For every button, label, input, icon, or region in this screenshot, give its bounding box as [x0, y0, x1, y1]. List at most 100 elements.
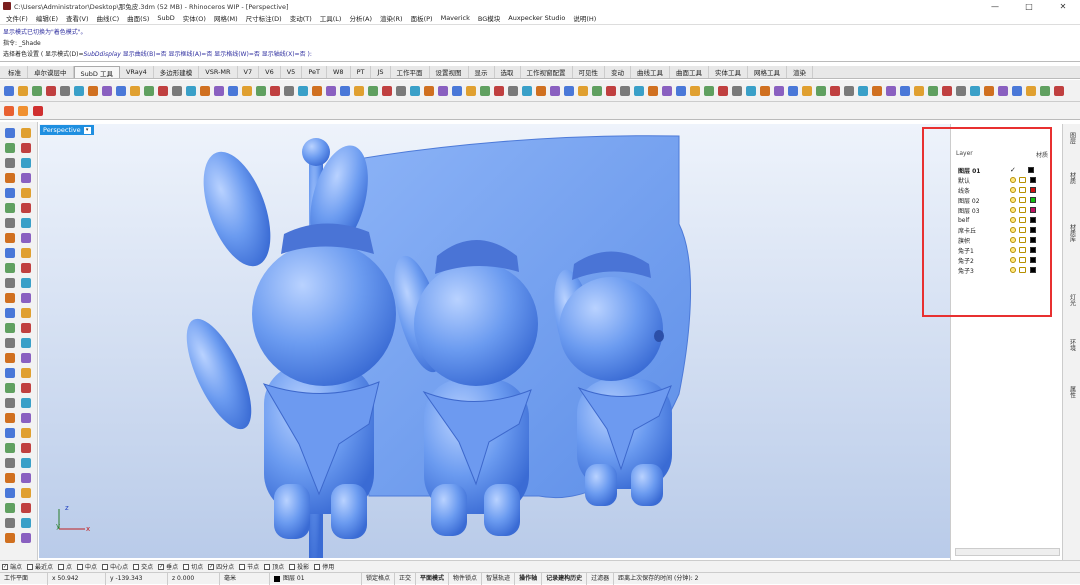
menu-analyze[interactable]: 分析(A) — [345, 13, 376, 23]
left-tool-icon[interactable] — [5, 173, 15, 183]
osnap-near[interactable]: 最近点 — [27, 562, 53, 571]
menu-solid[interactable]: 实体(O) — [179, 13, 210, 23]
checkbox[interactable] — [77, 563, 84, 570]
toolbar-tool-icon[interactable] — [970, 86, 980, 96]
status-filter[interactable]: 过滤器 — [587, 572, 615, 585]
tab-mesh-tools[interactable]: 网格工具 — [748, 66, 787, 78]
menu-mesh[interactable]: 网格(M) — [210, 13, 242, 23]
osnap-vertex[interactable]: 顶点 — [264, 562, 284, 571]
menu-subd[interactable]: SubD — [153, 14, 178, 22]
left-tool-icon[interactable] — [21, 518, 31, 528]
menu-surface[interactable]: 曲面(S) — [123, 13, 153, 23]
checkbox[interactable] — [314, 563, 321, 570]
left-tool-icon[interactable] — [5, 263, 15, 273]
left-tool-icon[interactable] — [21, 533, 31, 543]
left-tool-icon[interactable] — [5, 308, 15, 318]
checkbox[interactable]: ✓ — [208, 563, 215, 570]
toolbar-tool-icon[interactable] — [200, 86, 210, 96]
tab-display[interactable]: 显示 — [468, 66, 495, 78]
toolbar-tool-icon[interactable] — [662, 86, 672, 96]
toolbar-tool-icon[interactable] — [452, 86, 462, 96]
toolbar-tool-icon[interactable] — [774, 86, 784, 96]
toolbar-tool-icon[interactable] — [298, 86, 308, 96]
checkbox[interactable]: ✓ — [158, 563, 165, 570]
toolbar-tool-icon[interactable] — [732, 86, 742, 96]
osnap-knot[interactable]: 节点 — [239, 562, 259, 571]
left-tool-icon[interactable] — [21, 308, 31, 318]
checkbox[interactable] — [133, 563, 140, 570]
menu-maverick[interactable]: Maverick — [437, 14, 474, 22]
toolbar-tool-icon[interactable] — [606, 86, 616, 96]
menu-view[interactable]: 查看(V) — [62, 13, 93, 23]
tab-1[interactable]: 卓尔谟层中 — [28, 66, 74, 78]
left-tool-icon[interactable] — [21, 428, 31, 438]
left-tool-icon[interactable] — [5, 518, 15, 528]
left-tool-icon[interactable] — [21, 188, 31, 198]
toolbar-tool-icon[interactable] — [816, 86, 826, 96]
minimize-button[interactable]: — — [978, 0, 1012, 12]
toolbar-tool-icon[interactable] — [564, 86, 574, 96]
left-tool-icon[interactable] — [5, 353, 15, 363]
menu-file[interactable]: 文件(F) — [2, 13, 32, 23]
command-input[interactable]: 选择着色设置 ( 显示模式(D)=SubDdisplay 显示曲线(B)=否 显… — [3, 49, 1077, 60]
toolbar-tool-icon[interactable] — [746, 86, 756, 96]
tab-select[interactable]: 选取 — [494, 66, 521, 78]
left-tool-icon[interactable] — [21, 248, 31, 258]
checkbox[interactable] — [239, 563, 246, 570]
toolbar-tool-icon[interactable] — [410, 86, 420, 96]
toolbar-tool-icon[interactable] — [116, 86, 126, 96]
menu-bg[interactable]: BG模块 — [474, 13, 504, 23]
osnap-int[interactable]: 交点 — [133, 562, 153, 571]
menu-transform[interactable]: 变动(T) — [286, 13, 316, 23]
toolbar-tool-icon[interactable] — [508, 86, 518, 96]
side-tab-light[interactable]: 灯光 — [1065, 294, 1079, 306]
menu-render[interactable]: 渲染(R) — [376, 13, 407, 23]
status-smarttrack[interactable]: 智慧轨迹 — [482, 572, 516, 585]
toolbar-tool-icon[interactable] — [186, 86, 196, 96]
render-icon[interactable] — [33, 106, 43, 116]
toolbar-tool-icon[interactable] — [858, 86, 868, 96]
left-tool-icon[interactable] — [5, 218, 15, 228]
toolbar-tool-icon[interactable] — [18, 86, 28, 96]
left-tool-icon[interactable] — [21, 503, 31, 513]
menu-tools[interactable]: 工具(L) — [316, 13, 346, 23]
status-gumball[interactable]: 操作轴 — [515, 572, 543, 585]
side-tab-library[interactable]: 材质库 — [1065, 224, 1079, 242]
left-tool-icon[interactable] — [5, 233, 15, 243]
toolbar-tool-icon[interactable] — [158, 86, 168, 96]
osnap-end[interactable]: ✓ 端点 — [2, 562, 22, 571]
close-button[interactable]: ✕ — [1046, 0, 1080, 12]
tab-pet[interactable]: PeT — [302, 66, 327, 78]
status-grid-snap[interactable]: 锁定格点 — [362, 572, 396, 585]
left-tool-icon[interactable] — [5, 158, 15, 168]
toolbar-tool-icon[interactable] — [886, 86, 896, 96]
side-tab-properties[interactable]: 属性 — [1065, 386, 1079, 398]
toolbar-tool-icon[interactable] — [802, 86, 812, 96]
select-arrow-icon[interactable] — [4, 106, 14, 116]
side-tab-environment[interactable]: 环境 — [1065, 339, 1079, 351]
left-tool-icon[interactable] — [21, 413, 31, 423]
toolbar-tool-icon[interactable] — [354, 86, 364, 96]
left-tool-icon[interactable] — [5, 458, 15, 468]
left-tool-icon[interactable] — [21, 128, 31, 138]
tab-solid-tools[interactable]: 实体工具 — [709, 66, 748, 78]
left-tool-icon[interactable] — [5, 188, 15, 198]
toolbar-tool-icon[interactable] — [368, 86, 378, 96]
tab-js[interactable]: JS — [371, 66, 391, 78]
menu-panels[interactable]: 面板(P) — [407, 13, 437, 23]
toolbar-tool-icon[interactable] — [382, 86, 392, 96]
left-tool-icon[interactable] — [21, 398, 31, 408]
osnap-disable[interactable]: 停用 — [314, 562, 334, 571]
tab-cplane[interactable]: 工作平面 — [390, 66, 430, 78]
toolbar-tool-icon[interactable] — [102, 86, 112, 96]
layer-scrollbar[interactable] — [955, 548, 1060, 556]
toolbar-tool-icon[interactable] — [620, 86, 630, 96]
left-tool-icon[interactable] — [21, 203, 31, 213]
toolbar-tool-icon[interactable] — [648, 86, 658, 96]
toolbar-tool-icon[interactable] — [494, 86, 504, 96]
toolbar-tool-icon[interactable] — [326, 86, 336, 96]
toolbar-tool-icon[interactable] — [270, 86, 280, 96]
toolbar-tool-icon[interactable] — [690, 86, 700, 96]
tab-v7[interactable]: V7 — [237, 66, 260, 78]
toolbar-tool-icon[interactable] — [242, 86, 252, 96]
